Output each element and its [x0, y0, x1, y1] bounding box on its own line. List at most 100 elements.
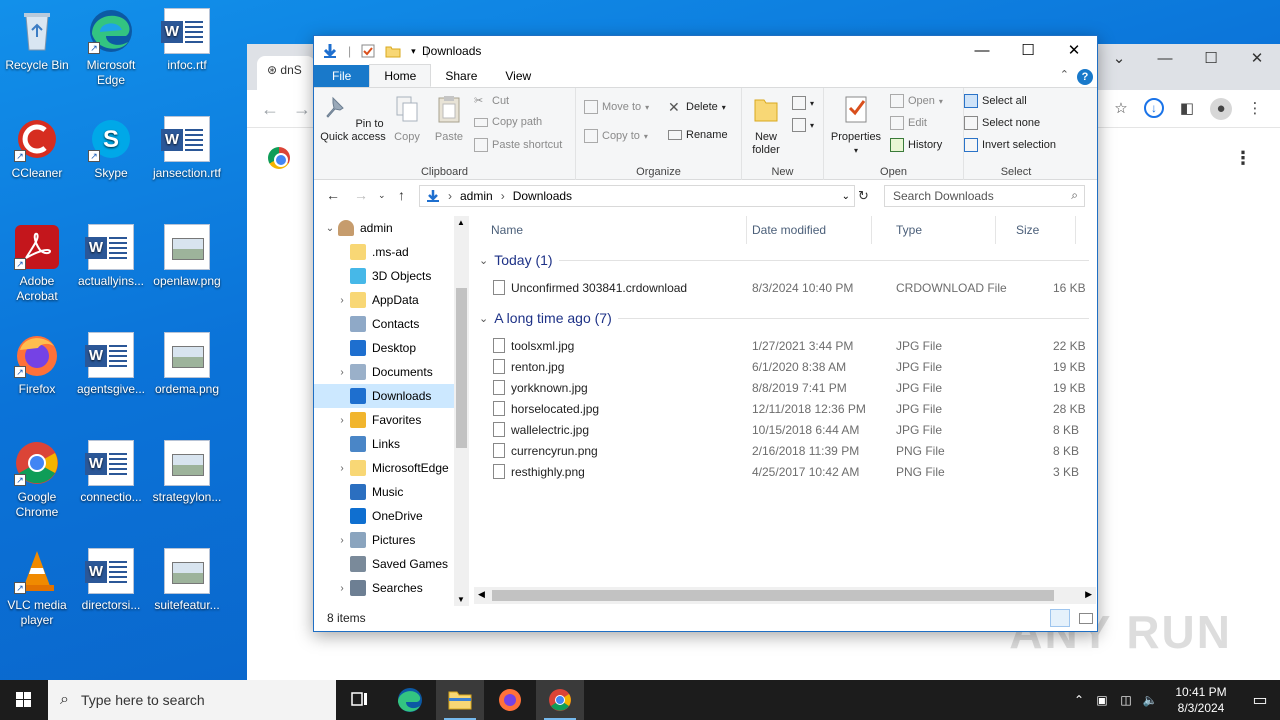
file-row[interactable]: wallelectric.jpg 10/15/2018 6:44 AM JPG Fi…	[471, 420, 1097, 441]
back-arrow-icon[interactable]: ←	[326, 187, 340, 203]
desktop-icon-word-doc[interactable]: agentsgive...	[74, 332, 148, 397]
taskbar-edge[interactable]	[386, 680, 434, 720]
desktop-icon-adobe-acrobat[interactable]: ↗ Adobe Acrobat	[0, 224, 74, 304]
forward-arrow-icon[interactable]: →	[354, 187, 368, 203]
page-menu-icon[interactable]: ⋮	[1234, 148, 1252, 169]
column-header-type[interactable]: Type	[876, 216, 996, 244]
chevron-down-icon[interactable]: ⌄	[322, 223, 338, 234]
desktop-icon-vlc[interactable]: ↗ VLC media player	[0, 548, 74, 628]
chrome-tab[interactable]: ⊛ dnS	[257, 56, 315, 90]
breadcrumb-admin[interactable]: admin	[460, 189, 493, 203]
group-header[interactable]: ⌄ A long time ago (7)	[479, 310, 1089, 326]
profile-avatar-icon[interactable]: ●	[1210, 98, 1232, 120]
desktop-icon-png[interactable]: ordema.png	[150, 332, 224, 397]
tab-home[interactable]: Home	[369, 64, 432, 87]
column-header-date[interactable]: Date modified	[732, 216, 872, 244]
paste-button[interactable]: Paste	[432, 94, 466, 144]
taskbar-chrome[interactable]	[536, 680, 584, 720]
taskbar-file-explorer[interactable]	[436, 680, 484, 720]
chevron-right-icon[interactable]: ›	[334, 463, 350, 474]
collapse-ribbon-icon[interactable]: ⌃	[1060, 68, 1069, 81]
desktop-icon-png[interactable]: strategylon...	[150, 440, 224, 505]
copy-button[interactable]: Copy	[390, 94, 424, 144]
maximize-button[interactable]: ☐	[1005, 36, 1051, 66]
breadcrumb-downloads[interactable]: Downloads	[513, 189, 572, 203]
large-icons-view-icon[interactable]	[1079, 613, 1093, 624]
address-box[interactable]: › admin › Downloads ⌄	[419, 185, 855, 207]
desktop-icon-recycle-bin[interactable]: Recycle Bin	[0, 8, 74, 73]
paste-shortcut-button[interactable]: Paste shortcut	[474, 138, 562, 152]
tab-view[interactable]: View	[491, 65, 545, 87]
desktop-icon-microsoft-edge[interactable]: ↗ Microsoft Edge	[74, 8, 148, 88]
recent-locations-icon[interactable]: ⌄	[378, 190, 386, 201]
nav-item[interactable]: 3D Objects	[314, 264, 454, 288]
chevron-right-icon[interactable]: ›	[334, 583, 350, 594]
nav-scrollbar[interactable]: ▲ ▼	[454, 216, 469, 606]
nav-item[interactable]: Links	[314, 432, 454, 456]
minimize-button[interactable]: —	[1142, 44, 1188, 74]
desktop-icon-firefox[interactable]: ↗ Firefox	[0, 332, 74, 397]
address-dropdown-icon[interactable]: ⌄	[842, 191, 850, 202]
desktop-icon-word-doc[interactable]: connectio...	[74, 440, 148, 505]
back-icon[interactable]: ←	[261, 99, 279, 120]
notifications-icon[interactable]: ▭	[1240, 690, 1280, 710]
new-folder-icon[interactable]	[385, 44, 401, 58]
scroll-left-icon[interactable]: ◀	[478, 589, 485, 600]
maximize-button[interactable]: ☐	[1188, 44, 1234, 74]
minimize-button[interactable]: —	[959, 36, 1005, 66]
cut-button[interactable]: ✂ Cut	[474, 94, 509, 108]
new-item-button[interactable]: ▾	[792, 96, 814, 110]
taskbar-firefox[interactable]	[486, 680, 534, 720]
copy-path-button[interactable]: Copy path	[474, 116, 542, 128]
rename-button[interactable]: Rename	[668, 129, 728, 141]
help-icon[interactable]: ?	[1077, 69, 1093, 85]
pin-to-quick-access-button[interactable]: Pin to Quick access	[318, 94, 388, 144]
open-button[interactable]: Open ▾	[890, 94, 943, 108]
nav-item[interactable]: › Searches	[314, 576, 454, 600]
volume-icon[interactable]: 🔈	[1138, 693, 1162, 707]
new-folder-button[interactable]: New folder	[746, 94, 786, 157]
tab-file[interactable]: File	[314, 65, 370, 87]
tab-share[interactable]: Share	[431, 65, 491, 87]
chevron-down-icon[interactable]: ⌄	[1096, 44, 1142, 74]
details-view-icon[interactable]	[1050, 609, 1070, 627]
search-input[interactable]: Search Downloads ⌕	[884, 185, 1085, 207]
desktop-icon-word-doc[interactable]: actuallyins...	[74, 224, 148, 289]
customize-dropdown-icon[interactable]: ▾	[411, 46, 416, 57]
file-row[interactable]: Unconfirmed 303841.crdownload 8/3/2024 10…	[471, 278, 1097, 299]
column-header-name[interactable]: Name	[471, 216, 747, 244]
chevron-up-icon[interactable]: ⌃	[1068, 693, 1090, 707]
task-view-button[interactable]	[336, 680, 384, 720]
chevron-right-icon[interactable]: ›	[334, 367, 350, 378]
select-all-button[interactable]: Select all	[964, 94, 1027, 108]
side-panel-icon[interactable]: ◧	[1176, 98, 1198, 120]
file-row[interactable]: resthighly.png 4/25/2017 10:42 AM PNG File…	[471, 462, 1097, 483]
delete-button[interactable]: ✕ Delete ▾	[668, 100, 726, 114]
nav-item[interactable]: OneDrive	[314, 504, 454, 528]
nav-item[interactable]: › Documents	[314, 360, 454, 384]
desktop-icon-png[interactable]: openlaw.png	[150, 224, 224, 289]
file-row[interactable]: toolsxml.jpg 1/27/2021 3:44 PM JPG File 22 …	[471, 336, 1097, 357]
scroll-thumb[interactable]	[456, 288, 467, 448]
scroll-right-icon[interactable]: ▶	[1085, 589, 1092, 600]
nav-item[interactable]: Saved Games	[314, 552, 454, 576]
edit-button[interactable]: Edit	[890, 116, 927, 130]
close-button[interactable]: ✕	[1234, 44, 1280, 74]
invert-selection-button[interactable]: Invert selection	[964, 138, 1056, 152]
refresh-icon[interactable]: ↻	[858, 188, 869, 204]
easy-access-button[interactable]: ▾	[792, 118, 814, 132]
network-icon[interactable]: ▣	[1090, 693, 1114, 707]
download-icon[interactable]: ↓	[1144, 98, 1164, 118]
file-row[interactable]: currencyrun.png 2/16/2018 11:39 PM PNG Fil…	[471, 441, 1097, 462]
start-button[interactable]	[0, 680, 48, 720]
desktop-icon-skype[interactable]: S ↗ Skype	[74, 116, 148, 181]
properties-button[interactable]: Properties ▾	[828, 94, 884, 157]
nav-item[interactable]: › Pictures	[314, 528, 454, 552]
desktop-icon-google-chrome[interactable]: ↗ Google Chrome	[0, 440, 74, 520]
menu-kebab-icon[interactable]: ⋮	[1244, 98, 1266, 120]
desktop-icon-png[interactable]: suitefeatur...	[150, 548, 224, 613]
clock[interactable]: 10:41 PM 8/3/2024	[1162, 684, 1240, 716]
chevron-right-icon[interactable]: ›	[334, 535, 350, 546]
copy-to-button[interactable]: Copy to ▾	[584, 129, 648, 143]
chevron-right-icon[interactable]: ›	[334, 295, 350, 306]
